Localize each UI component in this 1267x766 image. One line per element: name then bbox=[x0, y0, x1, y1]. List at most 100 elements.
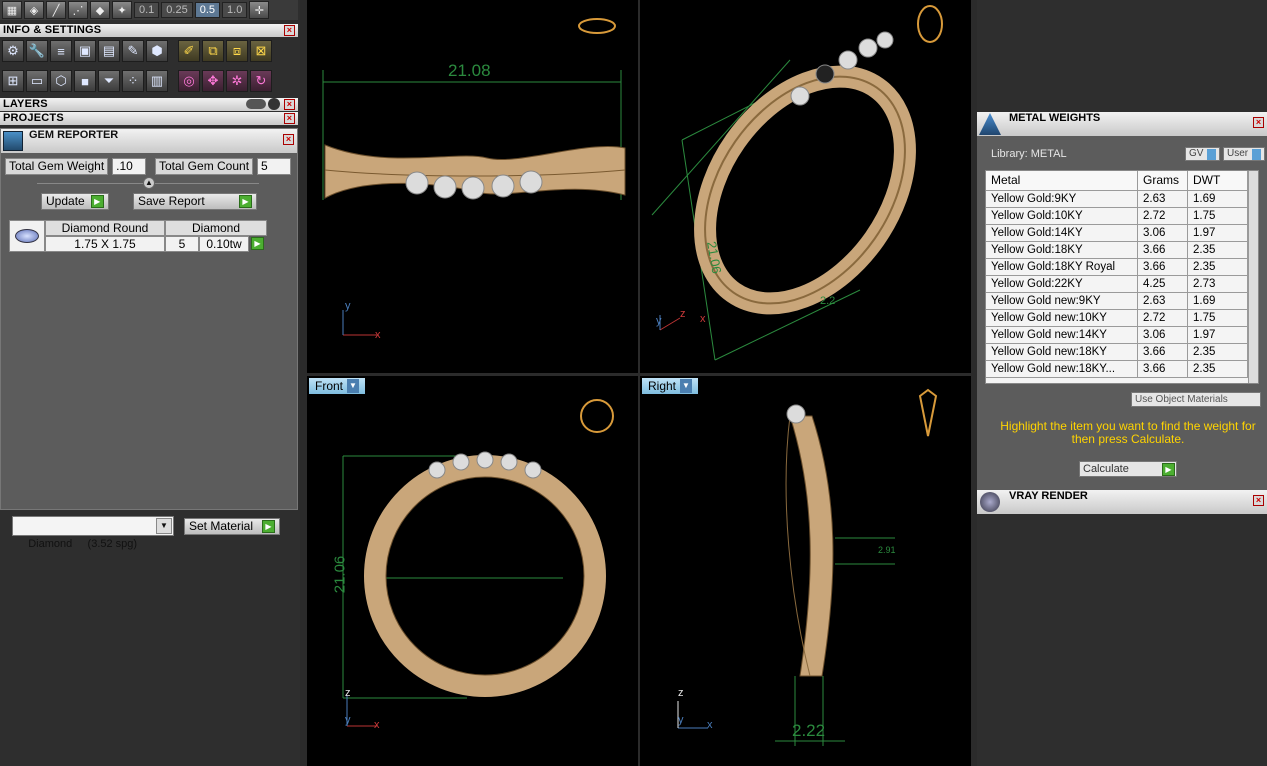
gem-size-cell: 1.75 X 1.75 bbox=[45, 236, 165, 252]
column-header-grams[interactable]: Grams bbox=[1138, 171, 1188, 190]
report-icon[interactable]: ▥ bbox=[146, 70, 168, 92]
close-icon[interactable]: × bbox=[1253, 495, 1264, 506]
total-gem-weight-label: Total Gem Weight bbox=[5, 158, 109, 175]
close-icon[interactable]: × bbox=[284, 25, 295, 36]
frame-export-icon[interactable]: ⧈ bbox=[226, 40, 248, 62]
metal-name-cell: Yellow Gold new:18KY... bbox=[986, 361, 1138, 377]
pen-tool-icon[interactable]: ╱ bbox=[46, 1, 66, 19]
set-material-button[interactable]: Set Material ▶ bbox=[184, 518, 280, 535]
filter-icon[interactable]: ⏷ bbox=[98, 70, 120, 92]
gem-thumbnail[interactable] bbox=[9, 220, 45, 252]
metal-table-header: Metal Grams DWT bbox=[986, 171, 1258, 191]
update-button[interactable]: Update ▶ bbox=[41, 193, 109, 210]
calculate-button[interactable]: Calculate ▶ bbox=[1079, 461, 1177, 477]
user-toggle[interactable]: User bbox=[1223, 147, 1266, 161]
close-icon[interactable]: × bbox=[1253, 117, 1264, 128]
close-icon[interactable]: × bbox=[284, 99, 295, 110]
snap-tool-icon[interactable]: ◆ bbox=[90, 1, 110, 19]
use-object-materials-toggle[interactable]: Use Object Materials bbox=[1131, 392, 1261, 407]
transform-icon[interactable]: ✥ bbox=[202, 70, 224, 92]
zoom-option-1[interactable]: 0.25 bbox=[161, 2, 193, 18]
magnet-icon[interactable]: ◎ bbox=[178, 70, 200, 92]
viewport-right-tab[interactable]: Right ▼ bbox=[642, 378, 699, 394]
projects-header[interactable]: PROJECTS × bbox=[0, 112, 298, 125]
chevron-down-icon[interactable]: ▼ bbox=[347, 379, 360, 393]
material-select[interactable]: Diamond (3.52 spg) ▼ bbox=[12, 516, 174, 550]
tools-icon[interactable]: 🔧 bbox=[26, 40, 48, 62]
table-row[interactable]: Yellow Gold:18KY 3.66 2.35 bbox=[986, 242, 1258, 259]
metal-weights-header[interactable]: METAL WEIGHTS × bbox=[977, 112, 1267, 136]
gem-reporter-panel: GEM REPORTER × Total Gem Weight .10 Tota… bbox=[0, 128, 298, 510]
gem-reporter-header[interactable]: GEM REPORTER × bbox=[1, 129, 297, 153]
brush-icon[interactable]: ✐ bbox=[178, 40, 200, 62]
viewport-front[interactable]: Front ▼ 21.06 z y x bbox=[307, 376, 638, 766]
grams-cell: 3.66 bbox=[1138, 259, 1188, 275]
table-row[interactable]: Yellow Gold:18KY Royal 3.66 2.35 bbox=[986, 259, 1258, 276]
frame-delete-icon[interactable]: ⊠ bbox=[250, 40, 272, 62]
rotate-icon[interactable]: ↻ bbox=[250, 70, 272, 92]
save-report-button[interactable]: Save Report ▶ bbox=[133, 193, 257, 210]
eye-icon[interactable] bbox=[268, 98, 280, 110]
column-header-metal[interactable]: Metal bbox=[986, 171, 1138, 190]
gem-cube-icon[interactable]: ⬢ bbox=[146, 40, 168, 62]
scatter-icon[interactable]: ⁘ bbox=[122, 70, 144, 92]
zoom-option-0[interactable]: 0.1 bbox=[134, 2, 160, 18]
viewport-perspective[interactable]: 21.06 2.2 z y x bbox=[640, 0, 971, 373]
zoom-option-2[interactable]: 0.5 bbox=[194, 2, 221, 18]
viewport-perspective-canvas bbox=[640, 0, 971, 373]
metal-table-scrollbar[interactable] bbox=[1248, 171, 1258, 383]
dwt-cell: 2.35 bbox=[1188, 344, 1248, 360]
close-icon[interactable]: × bbox=[284, 113, 295, 124]
column-header-dwt[interactable]: DWT bbox=[1188, 171, 1248, 190]
table-row[interactable]: Yellow Gold new:18KY 3.66 2.35 bbox=[986, 344, 1258, 361]
viewport-top[interactable]: 21.08 y x bbox=[307, 0, 638, 373]
table-row[interactable]: Yellow Gold:10KY 2.72 1.75 bbox=[986, 208, 1258, 225]
viewport-right[interactable]: Right ▼ 2.22 2.91 z y x bbox=[640, 376, 971, 766]
table-row[interactable]: Yellow Gold new:14KY 3.06 1.97 bbox=[986, 327, 1258, 344]
axis-x-label: x bbox=[374, 719, 380, 731]
info-settings-header[interactable]: INFO & SETTINGS × bbox=[0, 24, 298, 37]
toggle-icon bbox=[1252, 148, 1262, 160]
metal-name-cell: Yellow Gold:14KY bbox=[986, 225, 1138, 241]
monitor-icon[interactable]: ▭ bbox=[26, 70, 48, 92]
chevron-down-icon[interactable]: ▼ bbox=[156, 518, 172, 534]
document-icon[interactable]: ▤ bbox=[98, 40, 120, 62]
table-row[interactable]: Yellow Gold new:18KY... 3.66 2.35 bbox=[986, 361, 1258, 378]
edit-icon[interactable]: ✎ bbox=[122, 40, 144, 62]
box-icon[interactable]: ▣ bbox=[74, 40, 96, 62]
table-row[interactable]: Yellow Gold:9KY 2.63 1.69 bbox=[986, 191, 1258, 208]
table-row[interactable]: Yellow Gold:22KY 4.25 2.73 bbox=[986, 276, 1258, 293]
collapse-arrow-icon[interactable]: ▲ bbox=[143, 177, 155, 189]
measure-tool-icon[interactable]: ⋰ bbox=[68, 1, 88, 19]
gem-play-icon[interactable]: ▶ bbox=[251, 237, 264, 250]
play-icon: ▶ bbox=[262, 520, 275, 533]
table-row[interactable]: Yellow Gold new:10KY 2.72 1.75 bbox=[986, 310, 1258, 327]
update-row: Update ▶ bbox=[41, 193, 109, 210]
frame-import-icon[interactable]: ⧉ bbox=[202, 40, 224, 62]
settings-gears-icon[interactable]: ⚙ bbox=[2, 40, 24, 62]
axis-z-label: z bbox=[678, 687, 684, 699]
table-row[interactable]: Yellow Gold new:9KY 2.63 1.69 bbox=[986, 293, 1258, 310]
solid-cube-icon[interactable]: ■ bbox=[74, 70, 96, 92]
table-row[interactable]: Yellow Gold:14KY 3.06 1.97 bbox=[986, 225, 1258, 242]
zoom-option-3[interactable]: 1.0 bbox=[222, 2, 248, 18]
grid-view-icon[interactable]: ▦ bbox=[2, 1, 22, 19]
gv-toggle[interactable]: GV bbox=[1185, 147, 1221, 161]
scale-icon[interactable]: ✲ bbox=[226, 70, 248, 92]
axis-y-label: y bbox=[656, 315, 662, 327]
cube-view-icon[interactable]: ◈ bbox=[24, 1, 44, 19]
metal-table: Metal Grams DWT Yellow Gold:9KY 2.63 1.69 Y… bbox=[985, 170, 1259, 384]
layer-visibility-icon[interactable] bbox=[246, 99, 266, 109]
render-tool-icon[interactable]: ✦ bbox=[112, 1, 132, 19]
crosshair-icon[interactable]: ✛ bbox=[249, 1, 270, 19]
wire-cube-icon[interactable]: ⬡ bbox=[50, 70, 72, 92]
windows-icon[interactable]: ⊞ bbox=[2, 70, 24, 92]
axis-y-label: y bbox=[345, 714, 351, 726]
viewport-front-tab[interactable]: Front ▼ bbox=[309, 378, 366, 394]
viewport-top-canvas bbox=[307, 0, 638, 373]
close-icon[interactable]: × bbox=[283, 134, 294, 145]
chevron-down-icon[interactable]: ▼ bbox=[680, 379, 693, 393]
layers-stack-icon[interactable]: ≡ bbox=[50, 40, 72, 62]
vray-render-header[interactable]: VRAY RENDER × bbox=[977, 490, 1267, 514]
layers-header[interactable]: LAYERS × bbox=[0, 98, 298, 111]
